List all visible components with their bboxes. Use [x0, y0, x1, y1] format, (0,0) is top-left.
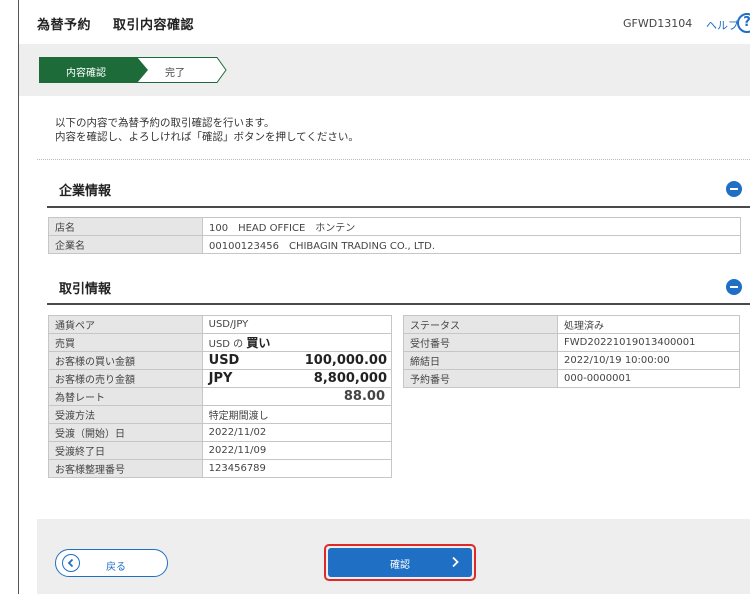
intro-line-1: 以下の内容で為替予約の取引確認を行います。 — [55, 117, 275, 129]
table-row: 企業名 00100123456 CHIBAGIN TRADING CO., LT… — [48, 235, 741, 254]
table-row: 受渡方法 特定期間渡し — [48, 405, 393, 424]
step-complete-label: 完了 — [165, 68, 185, 79]
trade-section-title: 取引情報 — [59, 282, 112, 297]
step-confirm: 内容確認 — [39, 57, 149, 83]
pair-label: 通貨ペア — [48, 315, 203, 334]
delivery-end-value: 2022/11/09 — [201, 441, 393, 460]
table-row: 売買 USD の 買い — [48, 333, 393, 352]
sell-amount-value: JPY 8,800,000 — [201, 369, 393, 388]
company-collapse-icon[interactable] — [726, 181, 742, 197]
company-name-value: 00100123456 CHIBAGIN TRADING CO., LTD. — [202, 235, 741, 254]
help-link[interactable]: ヘルプ — [706, 17, 739, 33]
page-header: 為替予約 取引内容確認 GFWD13104 ヘルプ ? — [19, 0, 750, 44]
table-row: 受渡（開始）日 2022/11/02 — [48, 423, 393, 442]
branch-label: 店名 — [48, 217, 203, 236]
rate-label: 為替レート — [48, 387, 203, 406]
reservation-no-value: 000-0000001 — [557, 369, 740, 388]
intro-line-2: 内容を確認し、よろしければ「確認」ボタンを押してください。 — [55, 131, 359, 143]
step-indicator: 完了 内容確認 — [19, 44, 750, 96]
company-section-rule — [47, 206, 750, 208]
buysell-label: 売買 — [48, 333, 203, 352]
help-icon[interactable]: ? — [737, 13, 750, 33]
table-row: 受付番号 FWD20221019013400001 — [403, 333, 740, 352]
branch-value: 100 HEAD OFFICE ホンテン — [202, 217, 741, 236]
table-row: 締結日 2022/10/19 10:00:00 — [403, 351, 740, 370]
status-label: ステータス — [403, 315, 558, 334]
page-title-part2: 取引内容確認 — [113, 18, 195, 33]
buy-amount-value: USD 100,000.00 — [201, 351, 393, 370]
page-title-part1: 為替予約 — [37, 18, 92, 33]
delivery-start-value: 2022/11/02 — [201, 423, 393, 442]
delivery-start-label: 受渡（開始）日 — [48, 423, 203, 442]
company-section-title: 企業情報 — [59, 184, 112, 199]
table-row: 予約番号 000-0000001 — [403, 369, 740, 388]
page-title: 為替予約 取引内容確認 — [37, 14, 216, 33]
trade-info-table-left: 通貨ペア USD/JPY 売買 USD の 買い お客様の買い金額 USD 10… — [48, 315, 393, 478]
table-row: 為替レート 88.00 — [48, 387, 393, 406]
back-button[interactable]: 戻る — [55, 549, 168, 577]
status-value: 処理済み — [557, 315, 740, 334]
delivery-end-label: 受渡終了日 — [48, 441, 203, 460]
delivery-method-value: 特定期間渡し — [201, 405, 393, 424]
buy-amount: 100,000.00 — [304, 353, 387, 368]
table-row: お客様整理番号 123456789 — [48, 459, 393, 478]
chevron-left-icon — [62, 554, 80, 572]
table-row: ステータス 処理済み — [403, 315, 740, 334]
table-row: お客様の買い金額 USD 100,000.00 — [48, 351, 393, 370]
back-button-label: 戻る — [106, 562, 126, 573]
table-row: 店名 100 HEAD OFFICE ホンテン — [48, 217, 741, 236]
contract-date-value: 2022/10/19 10:00:00 — [557, 351, 740, 370]
table-row: 通貨ペア USD/JPY — [48, 315, 393, 334]
screen-id: GFWD13104 — [623, 17, 693, 30]
sell-currency: JPY — [208, 371, 233, 386]
buy-amount-label: お客様の買い金額 — [48, 351, 203, 370]
rate-value: 88.00 — [201, 387, 393, 406]
buysell-prefix: USD の — [208, 339, 244, 350]
sell-amount: 8,800,000 — [313, 371, 387, 386]
footer-actions: 戻る 確認 — [37, 519, 750, 594]
ref-no-label: お客様整理番号 — [48, 459, 203, 478]
company-info-table: 店名 100 HEAD OFFICE ホンテン 企業名 00100123456 … — [48, 217, 741, 254]
confirm-button-label: 確認 — [390, 560, 410, 571]
ref-no-value: 123456789 — [201, 459, 393, 478]
receipt-no-label: 受付番号 — [403, 333, 558, 352]
trade-section-rule — [47, 303, 750, 305]
contract-date-label: 締結日 — [403, 351, 558, 370]
delivery-method-label: 受渡方法 — [48, 405, 203, 424]
reservation-no-label: 予約番号 — [403, 369, 558, 388]
buysell-direction: 買い — [246, 336, 271, 350]
company-name-label: 企業名 — [48, 235, 203, 254]
trade-collapse-icon[interactable] — [726, 279, 742, 295]
buysell-value: USD の 買い — [201, 333, 393, 352]
receipt-no-value: FWD20221019013400001 — [557, 333, 740, 352]
trade-info-table-right: ステータス 処理済み 受付番号 FWD20221019013400001 締結日… — [403, 315, 740, 388]
pair-value: USD/JPY — [201, 315, 393, 334]
table-row: 受渡終了日 2022/11/09 — [48, 441, 393, 460]
step-confirm-label: 内容確認 — [66, 68, 106, 79]
table-row: お客様の売り金額 JPY 8,800,000 — [48, 369, 393, 388]
confirm-button[interactable]: 確認 — [328, 548, 472, 577]
chevron-right-icon — [452, 556, 459, 568]
buy-currency: USD — [208, 353, 240, 368]
divider — [37, 159, 750, 160]
sell-amount-label: お客様の売り金額 — [48, 369, 203, 388]
intro-text: 以下の内容で為替予約の取引確認を行います。 内容を確認し、よろしければ「確認」ボ… — [55, 116, 359, 144]
